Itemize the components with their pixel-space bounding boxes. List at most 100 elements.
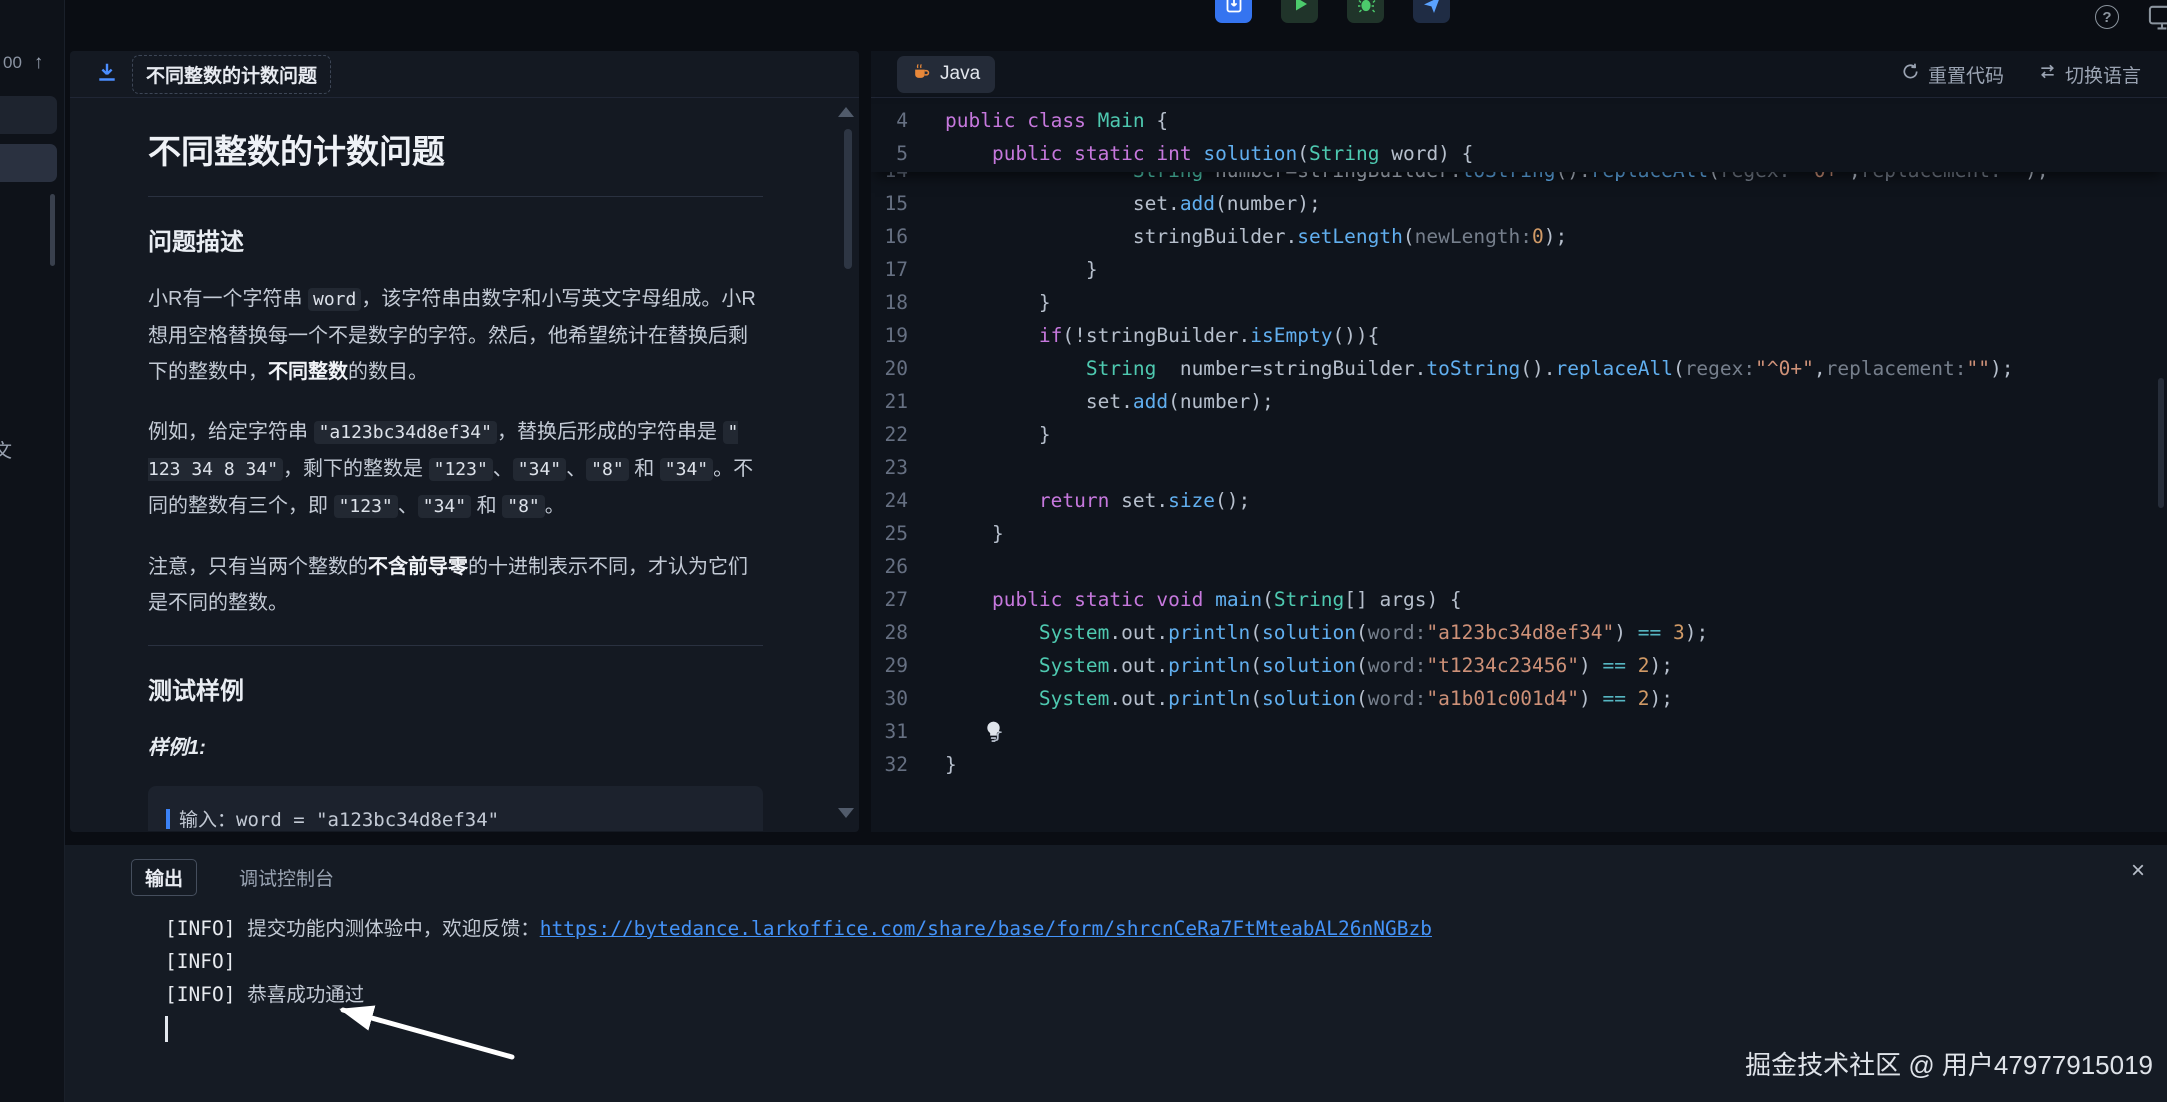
scroll-up-icon[interactable]: ↑ <box>34 52 44 74</box>
close-console-icon[interactable]: × <box>2131 859 2145 883</box>
quickfix-lightbulb-icon[interactable] <box>983 720 1004 743</box>
code-text: System.out.println(solution(word:"a123bc… <box>945 616 1708 649</box>
code-line-21[interactable]: 21 set.add(number); <box>871 385 2167 418</box>
line-number[interactable]: 17 <box>871 253 945 286</box>
line-number[interactable]: 21 <box>871 385 945 418</box>
reset-code-button[interactable]: 重置代码 <box>1901 61 2004 88</box>
code-text: String number=stringBuilder.toString().r… <box>945 172 2049 187</box>
code-line-17[interactable]: 17 } <box>871 253 2167 286</box>
reset-code-label: 重置代码 <box>1928 61 2004 88</box>
line-number[interactable]: 25 <box>871 517 945 550</box>
code-text: if(!stringBuilder.isEmpty()){ <box>945 319 1379 352</box>
code-text: stringBuilder.setLength(newLength:0); <box>945 220 1567 253</box>
tab-debug-console[interactable]: 调试控制台 <box>239 864 334 891</box>
line-number[interactable]: 26 <box>871 550 945 583</box>
rail-header: 00 ↑ <box>3 52 43 74</box>
code-line-26[interactable]: 26 <box>871 550 2167 583</box>
rail-list-item[interactable] <box>0 96 57 134</box>
line-number[interactable]: 30 <box>871 682 945 715</box>
problem-panel: 不同整数的计数问题 不同整数的计数问题 问题描述 小R有一个字符串 word，该… <box>70 51 859 832</box>
help-button[interactable]: ? <box>2095 5 2119 29</box>
switch-language-button[interactable]: 切换语言 <box>2038 61 2141 88</box>
code-line-19[interactable]: 19 if(!stringBuilder.isEmpty()){ <box>871 319 2167 352</box>
line-number[interactable]: 15 <box>871 187 945 220</box>
line-number[interactable]: 22 <box>871 418 945 451</box>
submit-plane-icon <box>1422 0 1442 17</box>
problem-title-chip[interactable]: 不同整数的计数问题 <box>132 55 331 94</box>
debug-button[interactable] <box>1347 0 1384 23</box>
text-segment: 和 <box>471 495 502 517</box>
problem-paragraph: 例如，给定字符串 "a123bc34d8ef34"，替换后形成的字符串是 " 1… <box>148 414 763 525</box>
line-number[interactable]: 24 <box>871 484 945 517</box>
left-rail: 00 ↑ 文 <box>0 0 65 1102</box>
run-button[interactable] <box>1281 0 1318 23</box>
problem-paragraph: 注意，只有当两个整数的不含前导零的十进制表示不同，才认为它们是不同的整数。 <box>148 549 763 621</box>
line-number[interactable]: 18 <box>871 286 945 319</box>
workspace-panels: 不同整数的计数问题 不同整数的计数问题 问题描述 小R有一个字符串 word，该… <box>70 51 2167 832</box>
line-number[interactable]: 27 <box>871 583 945 616</box>
debug-bug-icon <box>1356 0 1376 17</box>
code-line-32[interactable]: 32} <box>871 748 2167 781</box>
text-segment: 注意，只有当两个整数的 <box>148 556 368 578</box>
code-text: public class Main { <box>945 104 1168 137</box>
run-icon <box>1290 0 1310 17</box>
code-line-15[interactable]: 15 set.add(number); <box>871 187 2167 220</box>
line-number[interactable]: 29 <box>871 649 945 682</box>
line-number[interactable]: 19 <box>871 319 945 352</box>
code-text: } <box>945 418 1051 451</box>
code-line-29[interactable]: 29 System.out.println(solution(word:"t12… <box>871 649 2167 682</box>
toolbar-right-icons: ? <box>2095 3 2167 31</box>
main-area: ? 不同整数的计数问题 不同整数的计数问题 问题描述 小R有一个字符串 word… <box>65 0 2167 1102</box>
code-line-14[interactable]: 14 String number=stringBuilder.toString(… <box>871 172 2167 187</box>
toolbar-button-group <box>1215 0 1450 23</box>
code-line-27[interactable]: 27 public static void main(String[] args… <box>871 583 2167 616</box>
scrollbar-up-arrow[interactable] <box>838 107 854 117</box>
text-segment: 不含前导零 <box>368 556 468 578</box>
code-line-30[interactable]: 30 System.out.println(solution(word:"a1b… <box>871 682 2167 715</box>
code-line-28[interactable]: 28 System.out.println(solution(word:"a12… <box>871 616 2167 649</box>
code-text: } <box>945 253 1098 286</box>
scrollbar-down-arrow[interactable] <box>838 808 854 818</box>
line-number[interactable]: 23 <box>871 451 945 484</box>
code-text: return set.size(); <box>945 484 1250 517</box>
line-number[interactable]: 31 <box>871 715 945 748</box>
code-line-5[interactable]: 5 public static int solution(String word… <box>871 137 2167 170</box>
code-line-24[interactable]: 24 return set.size(); <box>871 484 2167 517</box>
code-line-25[interactable]: 25 } <box>871 517 2167 550</box>
code-line-18[interactable]: 18 } <box>871 286 2167 319</box>
line-number[interactable]: 28 <box>871 616 945 649</box>
text-segment: 。 <box>545 495 565 517</box>
code-line-31[interactable]: 31 } <box>871 715 2167 748</box>
line-number[interactable]: 14 <box>871 172 945 187</box>
code-line-22[interactable]: 22 } <box>871 418 2167 451</box>
code-text: set.add(number); <box>945 187 1321 220</box>
language-tab-java[interactable]: Java <box>897 56 995 93</box>
tab-output[interactable]: 输出 <box>131 859 197 896</box>
problem-content: 不同整数的计数问题 问题描述 小R有一个字符串 word，该字符串由数字和小写英… <box>70 98 859 831</box>
console-log-link[interactable]: https://bytedance.larkoffice.com/share/b… <box>540 917 1432 940</box>
code-lines: 15 set.add(number);16 stringBuilder.setL… <box>871 187 2167 781</box>
code-line-4[interactable]: 4public class Main { <box>871 104 2167 137</box>
rail-scrollbar[interactable] <box>50 194 55 266</box>
editor-scrollbar[interactable] <box>2158 378 2164 508</box>
code-text: } <box>945 517 1004 550</box>
submit-button[interactable] <box>1413 0 1450 23</box>
help-icon: ? <box>2102 9 2111 26</box>
code-line-23[interactable]: 23 <box>871 451 2167 484</box>
divider <box>148 196 763 197</box>
line-number[interactable]: 20 <box>871 352 945 385</box>
text-segment: [INFO] <box>165 917 235 940</box>
save-button[interactable] <box>1215 0 1252 23</box>
code-line-20[interactable]: 20 String number=stringBuilder.toString(… <box>871 352 2167 385</box>
text-segment: 的数目。 <box>348 361 428 383</box>
problem-scrollbar[interactable] <box>844 129 852 269</box>
line-number[interactable]: 16 <box>871 220 945 253</box>
display-icon[interactable] <box>2145 3 2167 31</box>
line-number[interactable]: 32 <box>871 748 945 781</box>
rail-list-item-selected[interactable] <box>0 144 57 182</box>
download-icon[interactable] <box>96 61 118 88</box>
line-number[interactable]: 5 <box>871 137 945 170</box>
line-number[interactable]: 4 <box>871 104 945 137</box>
code-editor[interactable]: 4public class Main {5 public static int … <box>871 98 2167 832</box>
code-line-16[interactable]: 16 stringBuilder.setLength(newLength:0); <box>871 220 2167 253</box>
